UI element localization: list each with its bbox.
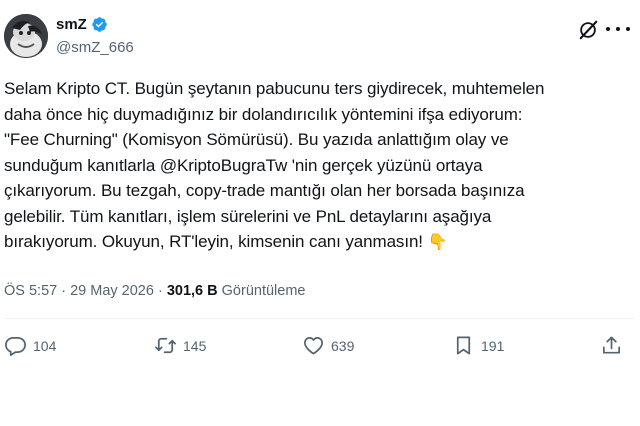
meta-separator: · (57, 283, 71, 299)
post-line: sunduğum kanıtlarla @KriptoBugraTw 'nin … (4, 155, 483, 175)
like-icon (304, 336, 323, 355)
divider (4, 318, 634, 319)
like-count: 639 (331, 337, 355, 354)
author-handle[interactable]: @smZ_666 (56, 39, 134, 56)
author-name[interactable]: smZ (56, 16, 87, 33)
bookmark-count: 191 (481, 337, 505, 354)
post-text: Selam Kripto CT. Bugün şeytanın pabucunu… (4, 76, 634, 256)
views-count: 301,6 B (166, 283, 218, 299)
verified-badge-icon (92, 17, 107, 32)
post-line-last: bırakıyorum. Okuyun, RT'leyin, kimsenin … (4, 229, 634, 256)
post-line: çıkarıyorum. Bu tezgah, copy-trade mantı… (4, 181, 525, 200)
share-button[interactable] (600, 334, 623, 357)
post-meta: ÖS 5:57 · 29 May 2026 · 301,6 B Görüntül… (4, 283, 305, 299)
reply-count: 104 (33, 337, 57, 354)
post-line: Selam Kripto CT. Bugün şeytanın pabucunu… (4, 79, 545, 98)
reply-icon (5, 336, 26, 356)
bookmark-icon (456, 336, 471, 355)
repost-icon (155, 337, 176, 354)
post-time[interactable]: ÖS 5:57 (4, 283, 57, 299)
grok-icon[interactable] (577, 19, 599, 41)
action-bar: 104 145 639 191 (0, 334, 640, 362)
reply-button[interactable]: 104 (4, 334, 56, 357)
post-line: bırakıyorum. Okuyun, RT'leyin, kimsenin … (4, 232, 423, 251)
more-icon[interactable] (606, 18, 630, 40)
bookmark-button[interactable]: 191 (452, 334, 504, 357)
post-date[interactable]: 29 May 2026 (70, 283, 154, 299)
post-line: gelebilir. Tüm kanıtları, işlem süreleri… (4, 206, 492, 226)
repost-count: 145 (183, 337, 207, 354)
author-name-row[interactable]: smZ (56, 16, 108, 33)
views-label: Görüntüleme (221, 283, 306, 299)
post-line: "Fee Churning" (Komisyon Sömürüsü). Bu y… (4, 130, 509, 149)
like-button[interactable]: 639 (302, 334, 354, 357)
meta-separator: · (153, 283, 167, 299)
share-icon (602, 336, 621, 354)
repost-button[interactable]: 145 (154, 334, 206, 357)
post-line: daha önce hiç duymadığınız bir dolandırı… (4, 104, 523, 124)
avatar[interactable] (4, 14, 48, 58)
pointing-down-emoji: 👇 (427, 234, 448, 251)
